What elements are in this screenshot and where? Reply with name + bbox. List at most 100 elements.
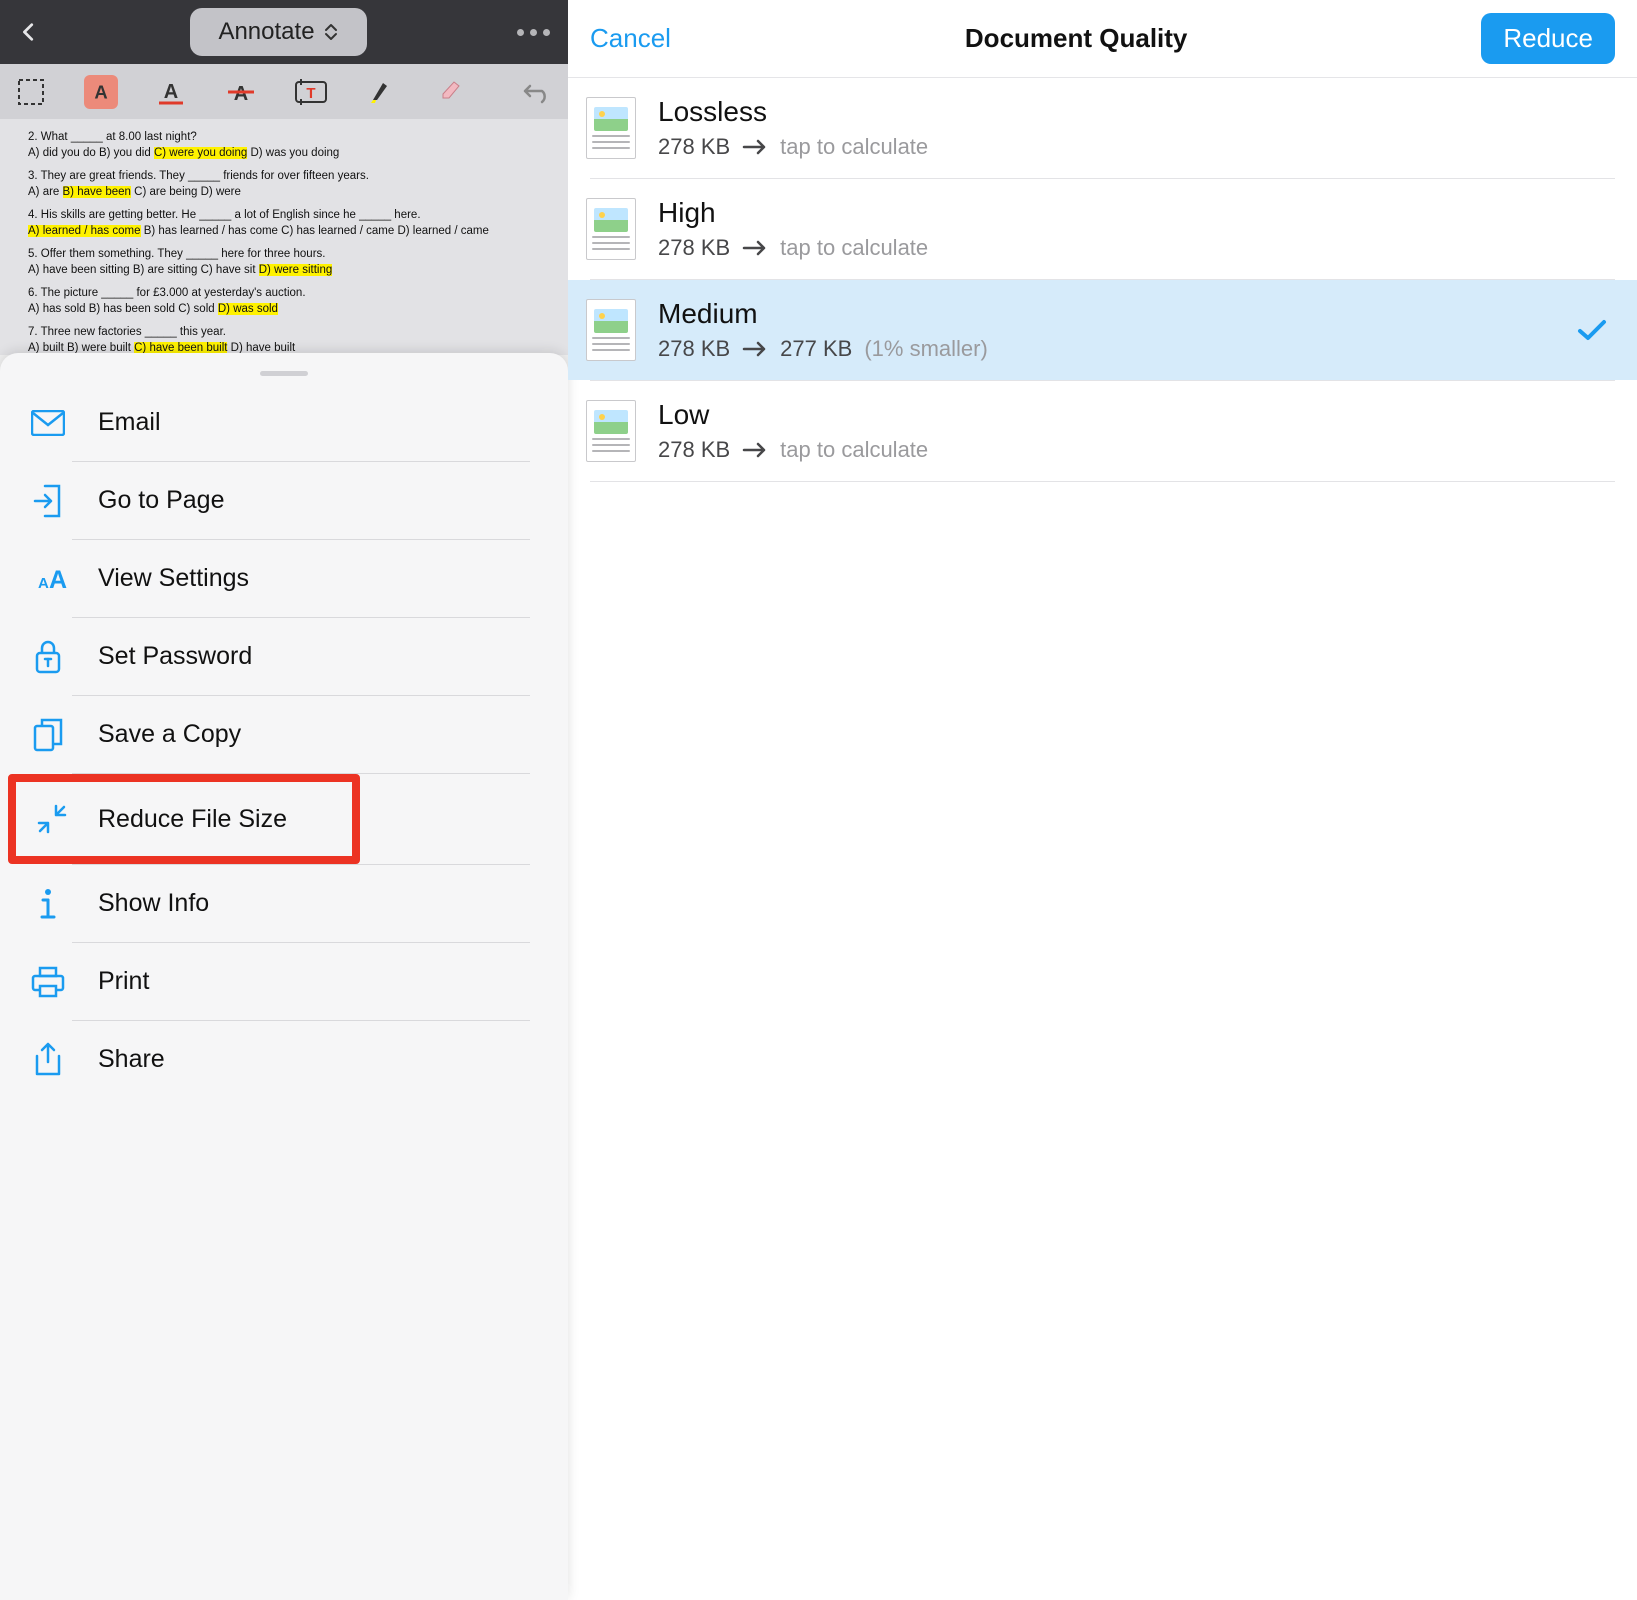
svg-text:A: A <box>38 575 49 592</box>
eraser-tool[interactable] <box>434 75 468 109</box>
menu-reduce-file-size[interactable]: Reduce File Size <box>16 782 352 856</box>
textbox-tool[interactable]: T <box>294 75 328 109</box>
doc-question: 3. They are great friends. They _____ fr… <box>28 169 540 185</box>
menu-password-label: Set Password <box>98 642 252 671</box>
textsize-icon: AA <box>29 565 67 593</box>
annotate-mode-button[interactable]: Annotate <box>190 8 366 56</box>
copy-icon <box>33 718 63 752</box>
highlight-a-icon: A <box>89 79 113 105</box>
quality-option-high[interactable]: High 278 KBtap to calculate <box>568 179 1637 279</box>
quality-calc-hint: tap to calculate <box>780 437 928 463</box>
quality-new-size: 277 KB <box>780 336 852 362</box>
quality-list: Lossless278 KBtap to calculateHigh278 KB… <box>568 78 1637 482</box>
quality-detail: 278 KB tap to calculate <box>658 134 1615 160</box>
quality-size: 278 KB <box>658 437 730 463</box>
menu-show-info[interactable]: Show Info <box>0 865 568 942</box>
more-button[interactable] <box>517 29 550 36</box>
svg-text:T: T <box>306 85 315 102</box>
doc-highlight: D) were sitting <box>259 264 333 276</box>
menu-save-copy[interactable]: Save a Copy <box>0 696 568 773</box>
doc-question: 6. The picture _____ for £3.000 at yeste… <box>28 286 540 302</box>
eraser-icon <box>437 78 465 106</box>
quality-calc-hint: tap to calculate <box>780 134 928 160</box>
menu-reduce-label: Reduce File Size <box>98 805 287 834</box>
share-icon <box>33 1042 63 1078</box>
quality-percent: (1% smaller) <box>864 336 987 362</box>
quality-option-lossless[interactable]: Lossless 278 KB tap to calculate <box>568 78 1637 178</box>
right-pane: Cancel Document Quality Reduce Lossless 2… <box>568 0 1637 1600</box>
doc-highlight: B) have been <box>63 186 131 198</box>
page-title: Document Quality <box>965 23 1187 54</box>
doc-thumbnail-icon <box>586 299 636 361</box>
undo-button[interactable] <box>520 75 554 109</box>
menu-view-label: View Settings <box>98 564 249 593</box>
strikethrough-tool[interactable]: A <box>224 75 258 109</box>
doc-highlight: D) was sold <box>218 303 278 315</box>
print-icon <box>31 966 65 998</box>
doc-highlight: C) were you doing <box>154 147 247 159</box>
check-icon <box>1577 318 1607 342</box>
quality-calc-hint: tap to calculate <box>780 235 928 261</box>
quality-detail: 278 KB 277 KB (1% smaller) <box>658 336 1615 362</box>
arrow-right-icon <box>742 441 768 459</box>
annotate-label: Annotate <box>218 18 314 46</box>
doc-answer: A) have been sitting B) are sitting C) h… <box>28 263 540 279</box>
quality-size: 278 KB <box>658 134 730 160</box>
svg-text:A: A <box>234 83 248 105</box>
arrow-right-icon <box>742 138 768 156</box>
menu-goto-page[interactable]: Go to Page <box>0 462 568 539</box>
doc-answer: A) has sold B) has been sold C) sold D) … <box>28 302 540 318</box>
doc-question: 2. What _____ at 8.00 last night? <box>28 130 540 146</box>
doc-question: 5. Offer them something. They _____ here… <box>28 247 540 263</box>
quality-name: Low <box>658 399 1615 431</box>
doc-highlight: A) learned / has come <box>28 225 141 237</box>
quality-name: Lossless <box>658 96 1615 128</box>
menu-print[interactable]: Print <box>0 943 568 1020</box>
underline-tool[interactable]: A <box>154 75 188 109</box>
left-pane: Annotate A A A T 2. What _ <box>0 0 568 1600</box>
marker-icon <box>367 78 395 106</box>
svg-text:A: A <box>49 566 67 593</box>
quality-option-low[interactable]: Low 278 KB tap to calculate <box>568 381 1637 481</box>
menu-share[interactable]: Share <box>0 1021 568 1098</box>
sheet-handle[interactable] <box>260 371 308 376</box>
cancel-button[interactable]: Cancel <box>590 23 671 54</box>
undo-icon <box>522 80 552 104</box>
highlight-text-tool[interactable]: A <box>84 75 118 109</box>
underline-a-icon: A <box>156 78 186 106</box>
quality-option-medium[interactable]: Medium278 KB277 KB(1% smaller) <box>568 280 1637 380</box>
menu-share-label: Share <box>98 1045 165 1074</box>
annotate-toolbar: A A A T <box>0 64 568 119</box>
marker-tool[interactable] <box>364 75 398 109</box>
updown-chevron-icon <box>323 22 339 42</box>
svg-text:A: A <box>94 81 107 102</box>
doc-answer: A) learned / has come B) has learned / h… <box>28 224 540 240</box>
menu-print-label: Print <box>98 967 149 996</box>
highlighted-menu-container: Reduce File Size <box>8 774 360 864</box>
menu-set-password[interactable]: Set Password <box>0 618 568 695</box>
quality-size: 278 KB <box>658 336 730 362</box>
quality-name: High <box>658 197 1615 229</box>
arrow-right-icon <box>742 239 768 257</box>
goto-icon <box>33 484 63 518</box>
doc-highlight: C) have been built <box>134 342 227 354</box>
quality-detail: 278 KBtap to calculate <box>658 235 1615 261</box>
info-icon <box>39 887 57 921</box>
document-content: 2. What _____ at 8.00 last night?A) did … <box>0 119 568 355</box>
doc-question: 7. Three new factories _____ this year. <box>28 325 540 341</box>
compress-icon <box>36 803 68 835</box>
reduce-button[interactable]: Reduce <box>1481 13 1615 64</box>
menu-email[interactable]: Email <box>0 384 568 461</box>
menu-email-label: Email <box>98 408 161 437</box>
lock-icon <box>34 640 62 674</box>
arrow-right-icon <box>742 340 768 358</box>
doc-question: 4. His skills are getting better. He ___… <box>28 208 540 224</box>
svg-text:A: A <box>164 81 178 103</box>
doc-answer: A) are B) have been C) are being D) were <box>28 185 540 201</box>
doc-thumbnail-icon <box>586 97 636 159</box>
menu-view-settings[interactable]: AA View Settings <box>0 540 568 617</box>
select-tool[interactable] <box>14 75 48 109</box>
doc-answer: A) did you do B) you did C) were you doi… <box>28 146 540 162</box>
back-button[interactable] <box>18 21 40 43</box>
menu-goto-label: Go to Page <box>98 486 224 515</box>
